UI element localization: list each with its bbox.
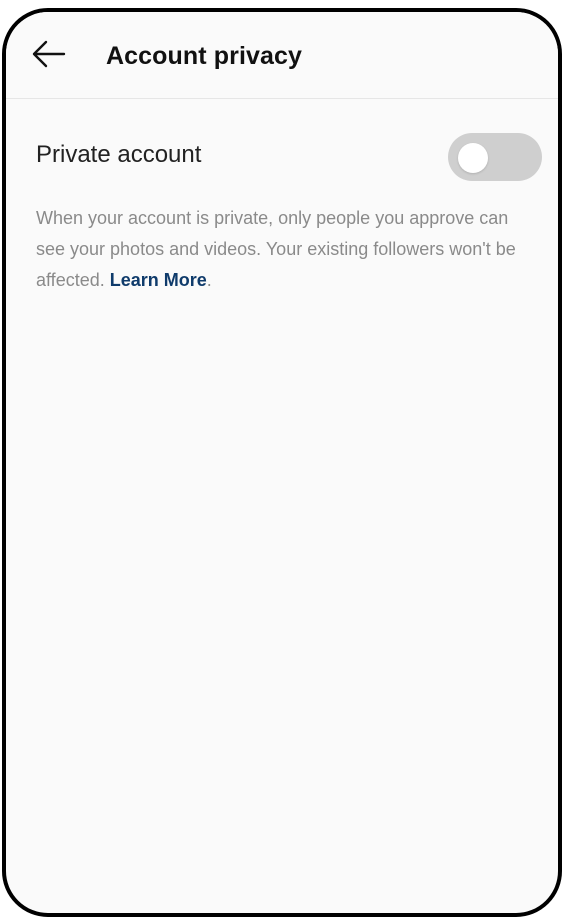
arrow-left-icon xyxy=(32,40,66,68)
back-button[interactable] xyxy=(28,34,68,74)
learn-more-link[interactable]: Learn More xyxy=(110,270,207,290)
top-app-bar: Account privacy xyxy=(6,12,558,99)
toggle-knob xyxy=(458,143,488,173)
privacy-description-text: When your account is private, only peopl… xyxy=(36,208,516,290)
private-account-label: Private account xyxy=(36,141,202,168)
phone-screen: Account privacy Private account When you… xyxy=(2,8,562,917)
page-title: Account privacy xyxy=(106,42,303,70)
private-account-toggle[interactable] xyxy=(448,133,542,181)
private-account-row: Private account xyxy=(34,129,548,181)
settings-content: Private account When your account is pri… xyxy=(6,99,558,913)
description-suffix: . xyxy=(206,270,212,290)
privacy-description: When your account is private, only peopl… xyxy=(36,203,540,296)
